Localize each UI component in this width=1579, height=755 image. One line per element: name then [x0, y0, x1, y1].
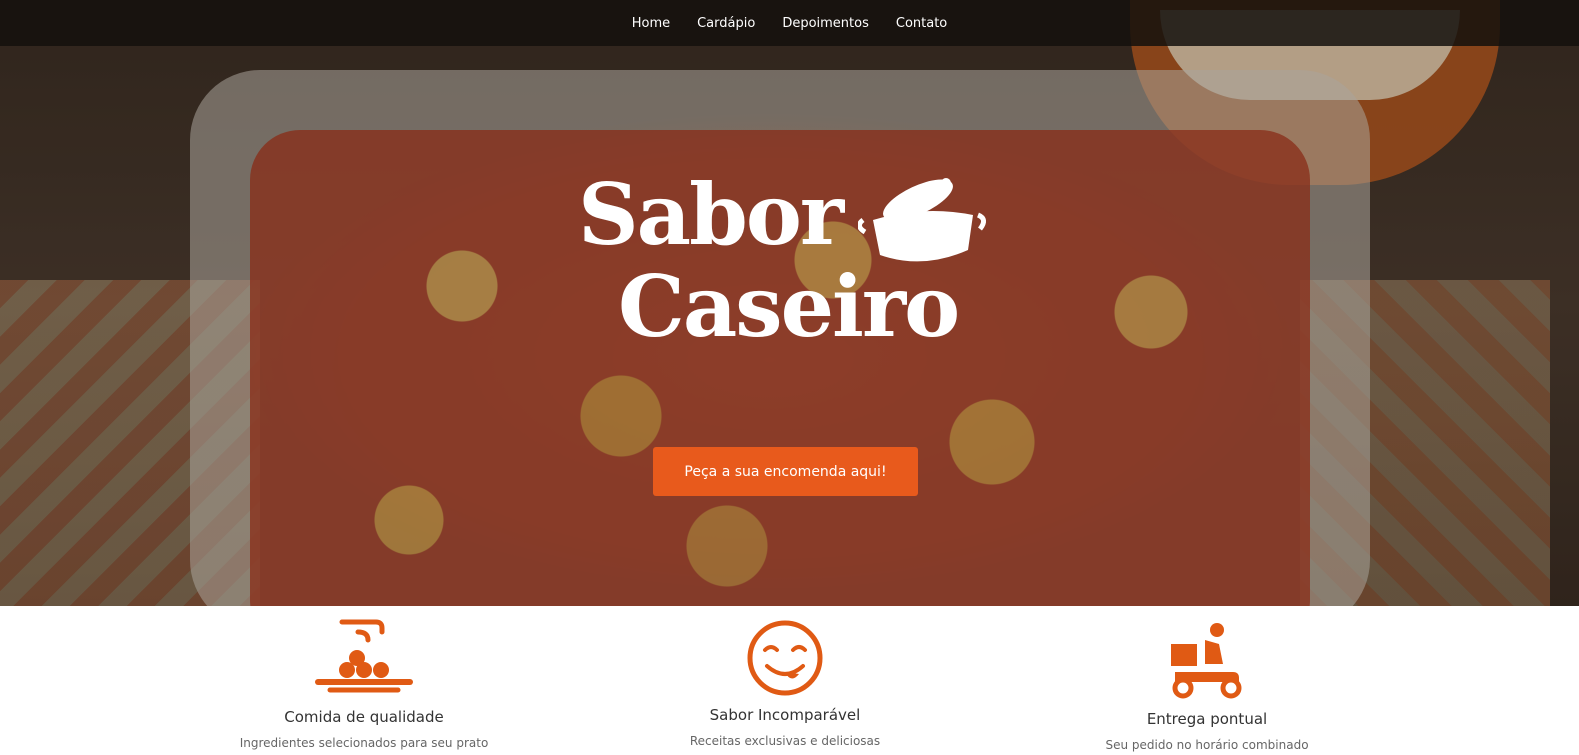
nav-depoimentos[interactable]: Depoimentos: [782, 16, 869, 31]
delivery-scooter-icon: [1171, 623, 1242, 699]
hero-section: Sabor Caseiro Peça a sua encomenda aqui!: [0, 0, 1579, 606]
feature-flavor: Sabor Incomparável Receitas exclusivas e…: [625, 606, 945, 748]
feature-description: Receitas exclusivas e deliciosas: [689, 734, 881, 748]
feature-title: Sabor Incomparável: [709, 706, 861, 724]
feature-description: Seu pedido no horário combinado: [1105, 738, 1309, 752]
nav-contato[interactable]: Contato: [896, 16, 947, 31]
cooking-pot-icon: [858, 178, 986, 262]
smile-tongue-icon: [747, 620, 823, 696]
feature-title: Entrega pontual: [1146, 710, 1268, 728]
feature-quality: Comida de qualidade Ingredientes selecio…: [204, 606, 524, 750]
features-section: Comida de qualidade Ingredientes selecio…: [0, 606, 1579, 755]
nav-home[interactable]: Home: [632, 16, 670, 31]
top-navbar: Home Cardápio Depoimentos Contato: [0, 0, 1579, 46]
feature-description: Ingredientes selecionados para seu prato: [239, 736, 489, 750]
nav-cardapio[interactable]: Cardápio: [697, 16, 755, 31]
feature-title: Comida de qualidade: [284, 708, 444, 726]
feature-delivery: Entrega pontual Seu pedido no horário co…: [1047, 606, 1367, 752]
brand-logo: Sabor Caseiro: [578, 165, 988, 365]
order-button[interactable]: Peça a sua encomenda aqui!: [653, 447, 918, 496]
food-plate-icon: [315, 619, 413, 693]
logo-word-1: Sabor: [578, 165, 844, 264]
